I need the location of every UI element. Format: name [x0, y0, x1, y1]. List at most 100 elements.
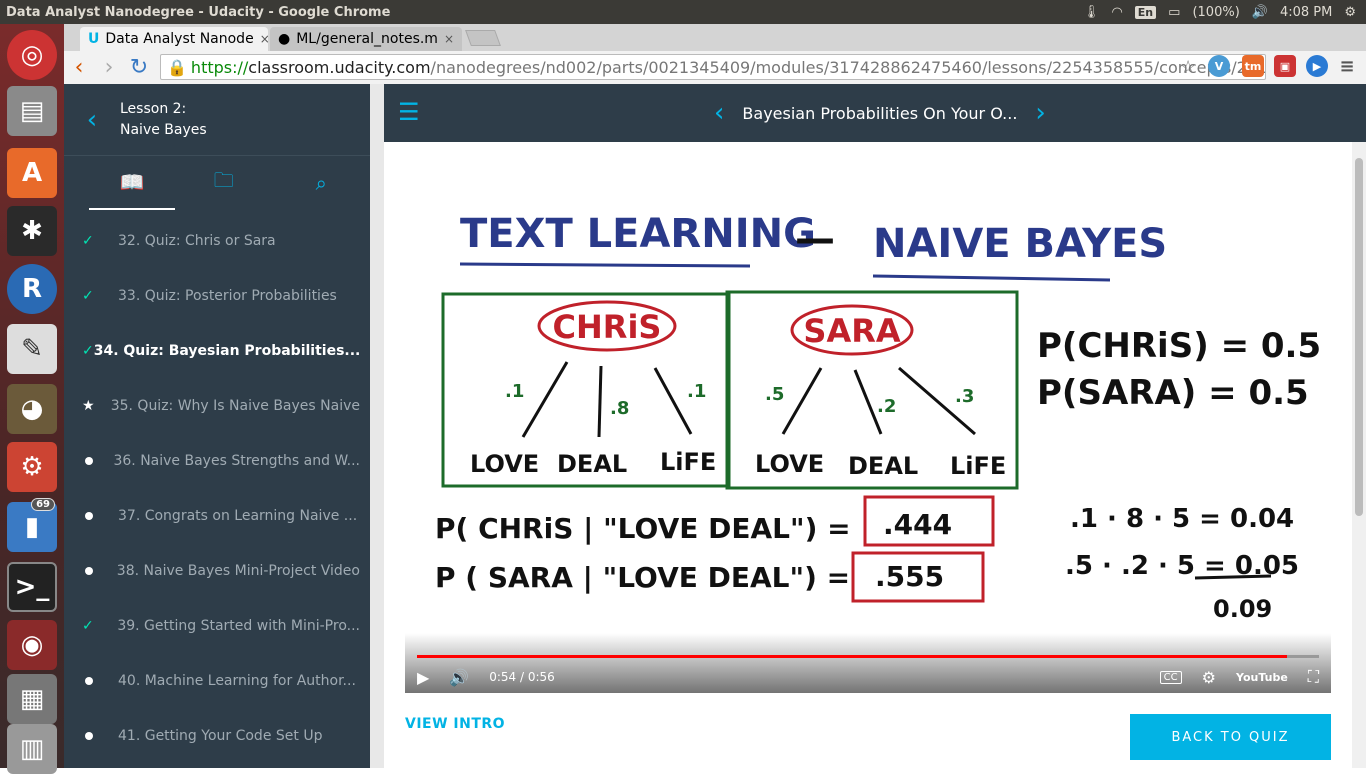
extension-video-icon[interactable]: ▶ [1306, 55, 1328, 77]
sidebar-item[interactable]: 40. Machine Learning for Author... [64, 653, 360, 708]
sidebar-item-label: 32. Quiz: Chris or Sara [118, 232, 276, 249]
extension-train-icon[interactable]: ▣ [1274, 55, 1296, 77]
clock[interactable]: 4:08 PM [1280, 5, 1332, 20]
folder-icon[interactable]: 🗀 [175, 156, 273, 210]
sidebar-item[interactable]: ✓ 34. Quiz: Bayesian Probabilities... [64, 323, 360, 378]
browser-toolbar: ‹ › ↻ 🔒 https:// classroom.udacity.com /… [64, 51, 1366, 84]
volume-icon[interactable]: 🔊 [1252, 5, 1268, 20]
view-intro-link[interactable]: VIEW INTRO [405, 716, 505, 732]
hamburger-menu-icon[interactable]: ☰ [398, 100, 422, 124]
chrome-icon[interactable]: ◉ [7, 620, 57, 670]
tab-label: ML/general_notes.m [296, 31, 438, 47]
whiteboard-drawing: TEXT LEARNING — NAIVE BAYES CHRiS SARA .… [435, 211, 1321, 623]
sidebar-item[interactable]: ✓ 39. Getting Started with Mini-Pro... [64, 598, 360, 653]
menu-icon[interactable]: ≡ [1336, 55, 1358, 77]
keyboard-language[interactable]: En [1134, 5, 1157, 19]
content-scroll-thumb[interactable] [1355, 158, 1363, 516]
back-arrow-icon[interactable]: ‹ [64, 55, 94, 80]
wifi-icon[interactable]: ◠ [1111, 5, 1122, 20]
workspace-icon[interactable]: ▥ [7, 724, 57, 774]
video-player[interactable]: TEXT LEARNING — NAIVE BAYES CHRiS SARA .… [405, 172, 1331, 693]
github-favicon-icon: ● [278, 31, 291, 47]
calculator-icon[interactable]: ▦ [7, 674, 57, 724]
sidebar-item[interactable]: 38. Naive Bayes Mini-Project Video [64, 543, 360, 598]
search-icon[interactable]: ⌕ [273, 156, 371, 210]
sidebar-item-label: 38. Naive Bayes Mini-Project Video [116, 562, 360, 579]
captions-button[interactable]: CC [1159, 670, 1182, 684]
sidebar-item[interactable]: ★ 35. Quiz: Why Is Naive Bayes Naive [64, 378, 360, 433]
fullscreen-icon[interactable]: ⛶ [1308, 667, 1319, 687]
extension-tm-icon[interactable]: tm [1242, 55, 1264, 77]
gimp-icon[interactable]: ◕ [7, 384, 57, 434]
software-center-icon[interactable]: A [7, 148, 57, 198]
sidebar-item[interactable]: ✓ 32. Quiz: Chris or Sara [64, 213, 360, 268]
system-top-bar: Data Analyst Nanodegree - Udacity - Goog… [0, 0, 1366, 24]
wb-word-life-2: LiFE [950, 452, 1006, 480]
sidebar-item-label: 34. Quiz: Bayesian Probabilities... [93, 342, 361, 359]
checkmark-icon: ✓ [82, 232, 94, 249]
new-tab-button[interactable] [465, 30, 501, 46]
dot-icon [82, 508, 118, 524]
gear-icon[interactable]: ⚙ [1344, 5, 1356, 20]
address-bar[interactable]: 🔒 https:// classroom.udacity.com /nanode… [160, 54, 1266, 80]
lesson-header: ‹ Lesson 2: Naive Bayes [64, 84, 370, 156]
sidebar-item[interactable]: 41. Getting Your Code Set Up [64, 708, 360, 763]
volume-icon[interactable]: 🔊 [449, 668, 469, 687]
lesson-title: Lesson 2: Naive Bayes [120, 99, 207, 141]
youtube-logo[interactable]: YouTube [1236, 671, 1288, 684]
prev-concept-icon[interactable]: ‹ [714, 98, 724, 128]
web-icon[interactable]: ✱ [7, 206, 57, 256]
back-to-quiz-button[interactable]: BACK TO QUIZ [1130, 714, 1331, 760]
settings-gear-icon[interactable]: ⚙ [1202, 668, 1216, 687]
file-manager-icon[interactable]: ▤ [7, 86, 57, 136]
forward-arrow-icon[interactable]: › [94, 55, 124, 80]
tab-udacity[interactable]: U Data Analyst Nanode × [80, 27, 268, 51]
dot-icon [82, 453, 113, 469]
tab-github[interactable]: ● ML/general_notes.m × [270, 27, 462, 51]
dot-icon [82, 563, 117, 579]
wb-post-sara: P ( SARA | "LOVE DEAL") = [435, 561, 850, 594]
battery-icon[interactable]: ▭ [1168, 5, 1180, 20]
chevron-left-icon[interactable]: ‹ [64, 105, 120, 135]
temperature-icon[interactable]: 🌡 [1083, 5, 1100, 20]
ubuntu-logo-icon[interactable]: ◎ [7, 30, 57, 80]
wb-chris-p3: .1 [687, 381, 706, 402]
bookmark-star-icon[interactable]: ☆ [1180, 57, 1196, 78]
wb-post-chris-val: .444 [883, 508, 952, 541]
book-icon[interactable]: 📖 [89, 156, 175, 210]
terminal-icon[interactable]: >_ [7, 562, 57, 612]
sidebar-item-label: 33. Quiz: Posterior Probabilities [118, 287, 337, 304]
wb-word-deal-2: DEAL [848, 452, 918, 480]
text-editor-icon[interactable]: ✎ [7, 324, 57, 374]
r-app-icon[interactable]: R [7, 264, 57, 314]
extension-v-icon[interactable]: V [1208, 55, 1230, 77]
sidebar-item[interactable]: ✓ 33. Quiz: Posterior Probabilities [64, 268, 360, 323]
url-host: classroom.udacity.com [248, 57, 431, 77]
system-monitor-icon[interactable]: ▮ 69 [7, 498, 57, 552]
launcher-badge: 69 [31, 498, 55, 511]
window-title: Data Analyst Nanodegree - Udacity - Goog… [6, 4, 391, 20]
page-scroll-track[interactable] [370, 84, 384, 768]
battery-percent[interactable]: (100%) [1192, 5, 1239, 20]
next-concept-icon[interactable]: › [1035, 98, 1045, 128]
star-icon: ★ [82, 397, 95, 414]
wb-chris-p1: .1 [505, 381, 524, 402]
wb-title-left: TEXT LEARNING [460, 211, 816, 257]
play-icon[interactable]: ▶ [417, 668, 429, 687]
unity-launcher: ◎ ▤ A ✱ R ✎ ◕ ⚙ ▮ 69 >_ ◉ ▦ ▥ [0, 24, 64, 774]
concept-list: ✓ 32. Quiz: Chris or Sara ✓ 33. Quiz: Poste… [64, 213, 360, 763]
video-time: 0:54 / 0:56 [489, 670, 555, 684]
sidebar-item[interactable]: 36. Naive Bayes Strengths and W... [64, 433, 360, 488]
wb-chris: CHRiS [553, 308, 662, 346]
content-scrollbar[interactable] [1352, 142, 1366, 768]
settings-tool-icon[interactable]: ⚙ [7, 442, 57, 492]
reload-icon[interactable]: ↻ [124, 55, 154, 80]
tab-close-icon[interactable]: × [260, 32, 268, 46]
video-control-row: ▶ 🔊 0:54 / 0:56 CC ⚙ YouTube ⛶ [417, 665, 1319, 689]
sidebar-item[interactable]: 37. Congrats on Learning Naive ... [64, 488, 360, 543]
concept-content: TEXT LEARNING — NAIVE BAYES CHRiS SARA .… [384, 142, 1352, 768]
tab-close-icon[interactable]: × [444, 32, 454, 46]
tab-label: Data Analyst Nanode [105, 31, 254, 47]
video-progress-bar[interactable] [417, 655, 1319, 658]
system-tray: 🌡 ◠ En ▭ (100%) 🔊 4:08 PM ⚙ [1083, 5, 1366, 20]
